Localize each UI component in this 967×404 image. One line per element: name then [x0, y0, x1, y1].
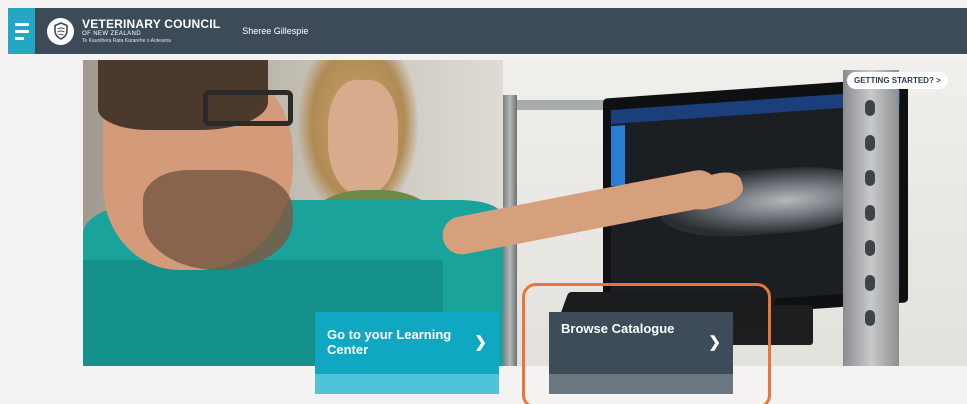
org-title: VETERINARY COUNCIL: [82, 17, 221, 31]
org-name: VETERINARY COUNCIL OF NEW ZEALAND Te Kau…: [82, 18, 220, 44]
person-woman: [328, 80, 398, 195]
menu-line: [14, 22, 29, 26]
menu-line: [14, 29, 29, 33]
top-navigation-bar: VETERINARY COUNCIL OF NEW ZEALAND Te Kau…: [8, 8, 967, 54]
learning-center-tile-header: Go to your Learning Center ❯: [315, 312, 499, 374]
glasses: [203, 90, 293, 126]
hamburger-menu-button[interactable]: [8, 8, 35, 54]
screen-sidebar: [611, 125, 625, 187]
org-maori-name: Te Kaunihera Rata Kararehe o Aotearoa: [82, 38, 171, 44]
user-name[interactable]: Sheree Gillespie: [242, 26, 308, 36]
org-subtitle: OF NEW ZEALAND: [82, 31, 141, 37]
page: VETERINARY COUNCIL OF NEW ZEALAND Te Kau…: [0, 0, 967, 404]
getting-started-button[interactable]: GETTING STARTED? >: [847, 72, 948, 89]
learning-center-tile-footer: [315, 374, 499, 394]
shield-icon: [47, 17, 74, 45]
learning-center-label: Go to your Learning Center: [327, 327, 452, 357]
person-man-beard: [143, 170, 293, 270]
highlight-annotation: [522, 283, 771, 404]
org-logo[interactable]: VETERINARY COUNCIL OF NEW ZEALAND Te Kau…: [47, 17, 220, 45]
metal-rack: [843, 70, 899, 366]
menu-line: [14, 36, 24, 40]
learning-center-tile[interactable]: Go to your Learning Center ❯: [315, 312, 499, 394]
chevron-right-icon: ❯: [474, 334, 487, 352]
